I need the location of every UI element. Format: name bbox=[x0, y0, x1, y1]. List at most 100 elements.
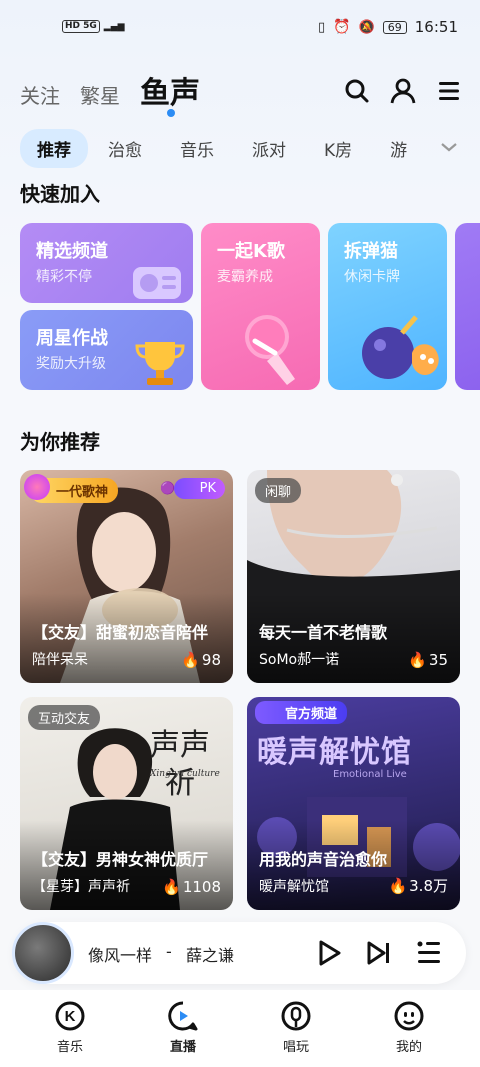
next-track-icon[interactable] bbox=[366, 940, 392, 966]
heat-value: 98 bbox=[201, 651, 221, 669]
poster-text: 声声祈 bbox=[150, 728, 210, 801]
room-card[interactable]: 闲聊 每天一首不老情歌 SoMo郝一诺 🔥 35 bbox=[247, 470, 460, 683]
room-heat: 🔥 98 bbox=[181, 651, 221, 669]
menu-icon[interactable] bbox=[436, 78, 462, 104]
room-title: 【交友】甜蜜初恋音陪伴 bbox=[32, 623, 209, 642]
pk-icon: 🟣 bbox=[160, 481, 175, 495]
recommend-title: 为你推荐 bbox=[20, 430, 100, 454]
pk-badge: PK bbox=[173, 478, 225, 499]
crown-icon bbox=[24, 474, 50, 500]
nav-me[interactable]: 我的 bbox=[374, 1000, 444, 1055]
room-card[interactable]: 一代歌神 PK 🟣 【交友】甜蜜初恋音陪伴 陪伴呆呆 🔥 98 bbox=[20, 470, 233, 683]
live-icon bbox=[168, 1001, 198, 1031]
active-tab-indicator bbox=[167, 109, 175, 117]
cat-ktv[interactable]: K房 bbox=[324, 136, 352, 161]
quick-join-title: 快速加入 bbox=[20, 182, 100, 206]
top-header: 关注 繁星 鱼声 bbox=[0, 66, 480, 117]
chevron-down-icon[interactable] bbox=[440, 140, 458, 154]
search-icon[interactable] bbox=[344, 78, 370, 104]
fire-icon: 🔥 bbox=[388, 876, 408, 895]
nav-label: 音乐 bbox=[56, 1040, 83, 1055]
mute-icon: 🔕 bbox=[358, 19, 375, 35]
nav-live[interactable]: 直播 bbox=[148, 1000, 218, 1055]
cat-party[interactable]: 派对 bbox=[252, 136, 286, 161]
heat-value: 3.8万 bbox=[409, 877, 448, 895]
album-cover[interactable] bbox=[12, 922, 74, 984]
svg-text:K: K bbox=[65, 1008, 76, 1025]
song-separator: - bbox=[166, 942, 172, 961]
room-tag: 互动交友 bbox=[28, 705, 101, 730]
room-heat: 🔥 3.8万 bbox=[388, 875, 448, 896]
nav-label: 直播 bbox=[169, 1040, 196, 1055]
playlist-icon[interactable] bbox=[416, 941, 442, 965]
mini-player[interactable]: 像风一样 - 薛之谦 bbox=[12, 922, 466, 984]
tab-follow[interactable]: 关注 bbox=[20, 80, 60, 109]
poster-text: 暖声解忧馆 bbox=[257, 735, 412, 770]
room-host: SoMo郝一诺 bbox=[259, 652, 340, 668]
quick-card-subtitle: 精彩不停 bbox=[36, 269, 92, 285]
category-tabs: 推荐 治愈 音乐 派对 K房 游 bbox=[20, 128, 480, 168]
cat-healing[interactable]: 治愈 bbox=[108, 136, 142, 161]
room-host: 陪伴呆呆 bbox=[32, 652, 88, 668]
room-card[interactable]: 声声祈 Xing ya culture 互动交友 【交友】男神女神优质厅 【星芽… bbox=[20, 697, 233, 910]
tab-fish-voice[interactable]: 鱼声 bbox=[140, 68, 200, 112]
quick-card-title: 一起K歌 bbox=[217, 241, 285, 262]
poster-subtext: Emotional Live bbox=[333, 769, 407, 780]
status-right: ▯ ⏰ 🔕 69 16:51 bbox=[318, 18, 458, 36]
room-title: 每天一首不老情歌 bbox=[259, 623, 388, 642]
profile-icon bbox=[394, 1001, 424, 1031]
network-indicators: HD 5G ▂▄▆ bbox=[62, 20, 125, 33]
heat-value: 1108 bbox=[182, 878, 221, 896]
room-card[interactable]: 官方频道 暖声解忧馆 Emotional Live 用我的声音治愈你 暖声解忧馆… bbox=[247, 697, 460, 910]
trophy-icon bbox=[135, 342, 185, 385]
nav-label: 我的 bbox=[395, 1040, 422, 1055]
fire-icon: 🔥 bbox=[162, 878, 181, 896]
quick-card-title: 拆弹猫 bbox=[344, 241, 398, 262]
music-k-icon: K bbox=[55, 1001, 85, 1031]
room-title: 【交友】男神女神优质厅 bbox=[32, 850, 209, 869]
quick-card-more[interactable] bbox=[455, 223, 480, 390]
alarm-icon: ⏰ bbox=[333, 19, 351, 35]
quick-card-subtitle: 休闲卡牌 bbox=[344, 269, 400, 285]
song-title: 像风一样 bbox=[88, 946, 153, 965]
quick-card-title: 周星作战 bbox=[36, 328, 108, 349]
microphone-icon bbox=[245, 315, 295, 385]
status-bar: HD 5G ▂▄▆ ▯ ⏰ 🔕 69 16:51 bbox=[0, 0, 480, 60]
poster-subtext: Xing ya culture bbox=[150, 769, 220, 779]
network-label: HD 5G bbox=[62, 20, 100, 33]
cat-recommend[interactable]: 推荐 bbox=[20, 128, 88, 168]
battery-indicator: 69 bbox=[382, 20, 407, 34]
play-icon[interactable] bbox=[316, 939, 342, 967]
bomb-cat-icon bbox=[362, 315, 439, 379]
quick-card-title: 精选频道 bbox=[36, 241, 108, 262]
fire-icon: 🔥 bbox=[181, 651, 200, 669]
nav-music[interactable]: K 音乐 bbox=[35, 1000, 105, 1055]
room-heat: 🔥 1108 bbox=[162, 878, 221, 896]
room-heat: 🔥 35 bbox=[408, 651, 448, 669]
quick-card-weekly-star[interactable]: 周星作战 奖励大升级 bbox=[20, 310, 193, 390]
fire-icon: 🔥 bbox=[408, 651, 427, 669]
song-artist: 薛之谦 bbox=[186, 946, 235, 965]
quick-card-bomb-cat[interactable]: 拆弹猫 休闲卡牌 bbox=[328, 223, 447, 390]
quick-card-ktv[interactable]: 一起K歌 麦霸养成 bbox=[201, 223, 320, 390]
cat-game[interactable]: 游 bbox=[390, 136, 407, 161]
bottom-nav: K 音乐 直播 唱玩 我的 bbox=[0, 990, 480, 1067]
radio-icon bbox=[133, 267, 181, 299]
nav-sing-play[interactable]: 唱玩 bbox=[261, 1000, 331, 1055]
room-tag: 闲聊 bbox=[255, 478, 302, 503]
cat-music[interactable]: 音乐 bbox=[180, 136, 214, 161]
mic-icon bbox=[281, 1001, 311, 1031]
room-title: 用我的声音治愈你 bbox=[259, 850, 388, 869]
quick-card-subtitle: 麦霸养成 bbox=[217, 269, 273, 285]
signal-icon: ▂▄▆ bbox=[103, 21, 125, 32]
quick-card-subtitle: 奖励大升级 bbox=[36, 356, 106, 372]
room-host: 暖声解忧馆 bbox=[259, 879, 329, 895]
official-channel-badge: 官方频道 bbox=[255, 701, 348, 724]
heat-value: 35 bbox=[428, 651, 448, 669]
room-host: 【星芽】声声祈 bbox=[32, 879, 130, 895]
nav-label: 唱玩 bbox=[282, 1040, 309, 1055]
quick-card-channel[interactable]: 精选频道 精彩不停 bbox=[20, 223, 193, 303]
clock: 16:51 bbox=[414, 18, 458, 36]
user-icon[interactable] bbox=[390, 78, 416, 104]
tab-stars[interactable]: 繁星 bbox=[80, 80, 120, 109]
